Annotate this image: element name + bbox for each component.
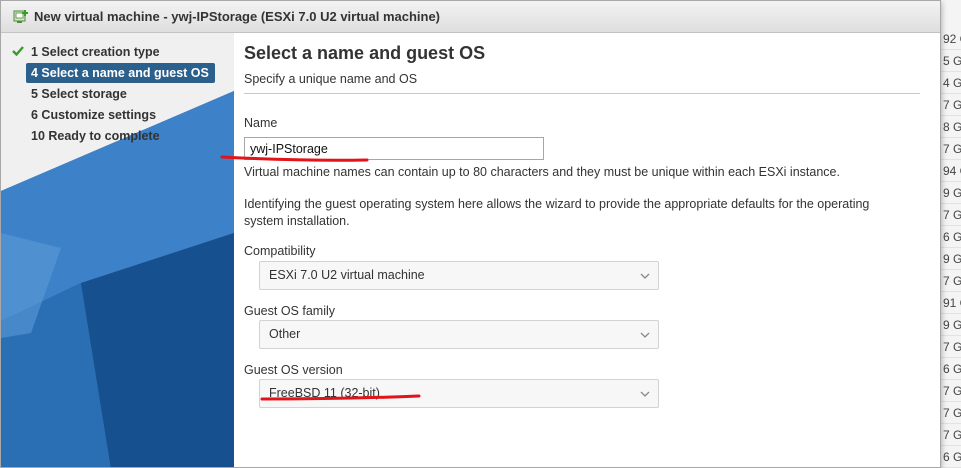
background-list-row: 4 G (941, 72, 961, 94)
background-list-row: 9 G (941, 248, 961, 270)
guest-os-family-select[interactable]: Other (259, 320, 659, 349)
background-datastore-list: 92 G5 G4 G7 G8 G7 G94 G9 G7 G6 G9 G7 G91… (941, 0, 961, 468)
wizard-step-nav: 1 Select creation type 4 Select a name a… (1, 33, 234, 467)
guest-os-family-selected-value: Other (269, 327, 301, 341)
guest-os-family-label: Guest OS family (244, 304, 335, 318)
wizard-main-panel: Select a name and guest OS Specify a uni… (234, 33, 940, 467)
wizard-step-4-active[interactable]: 4 Select a name and guest OS (26, 63, 215, 83)
virtual-machine-add-icon (13, 10, 28, 23)
background-list-row: 7 G (941, 380, 961, 402)
name-label: Name (244, 116, 278, 130)
guest-os-version-selected-value: FreeBSD 11 (32-bit) (269, 386, 380, 400)
dialog-titlebar: New virtual machine - ywj-IPStorage (ESX… (1, 1, 940, 33)
wizard-step-label: 4 Select a name and guest OS (31, 66, 209, 80)
background-list-row: 8 G (941, 116, 961, 138)
wizard-step-5[interactable]: 5 Select storage (26, 84, 215, 104)
guest-os-help-text: Identifying the guest operating system h… (244, 197, 870, 228)
wizard-step-label: 6 Customize settings (31, 108, 157, 122)
wizard-step-6[interactable]: 6 Customize settings (26, 105, 215, 125)
compatibility-select[interactable]: ESXi 7.0 U2 virtual machine (259, 261, 659, 290)
background-list-row: 5 G (941, 50, 961, 72)
background-list-row: 6 G (941, 226, 961, 248)
background-list-row: 6 G (941, 358, 961, 380)
background-list-row: 7 G (941, 270, 961, 292)
guest-os-version-select[interactable]: FreeBSD 11 (32-bit) (259, 379, 659, 408)
background-list-row: 9 G (941, 314, 961, 336)
wizard-step-label: 10 Ready to complete (31, 129, 160, 143)
page-title: Select a name and guest OS (244, 43, 486, 63)
background-list-row: 7 G (941, 138, 961, 160)
step-complete-check-icon (12, 46, 24, 57)
header-divider (244, 93, 920, 94)
vm-name-input[interactable] (244, 137, 544, 160)
guest-os-version-label: Guest OS version (244, 363, 343, 377)
wizard-step-1[interactable]: 1 Select creation type (26, 42, 215, 62)
background-list-row: 7 G (941, 424, 961, 446)
chevron-down-icon (640, 332, 650, 338)
background-list-row: 7 G (941, 204, 961, 226)
compatibility-selected-value: ESXi 7.0 U2 virtual machine (269, 268, 425, 282)
background-list-row: 9 G (941, 182, 961, 204)
chevron-down-icon (640, 273, 650, 279)
background-list-row: 6 G (941, 446, 961, 468)
compatibility-label: Compatibility (244, 244, 316, 258)
background-list-row: 7 G (941, 336, 961, 358)
background-list-row: 7 G (941, 94, 961, 116)
background-list-row: 92 G (941, 28, 961, 50)
page-subtitle: Specify a unique name and OS (244, 72, 418, 86)
background-list-row: 94 G (941, 160, 961, 182)
wizard-step-10[interactable]: 10 Ready to complete (26, 126, 215, 146)
wizard-step-label: 1 Select creation type (31, 45, 160, 59)
background-list-row: 91 G (941, 292, 961, 314)
chevron-down-icon (640, 391, 650, 397)
new-vm-wizard-dialog: New virtual machine - ywj-IPStorage (ESX… (0, 0, 941, 468)
wizard-step-label: 5 Select storage (31, 87, 127, 101)
dialog-title: New virtual machine - ywj-IPStorage (ESX… (34, 9, 441, 24)
name-help-text: Virtual machine names can contain up to … (244, 165, 840, 179)
background-list-row: 7 G (941, 402, 961, 424)
